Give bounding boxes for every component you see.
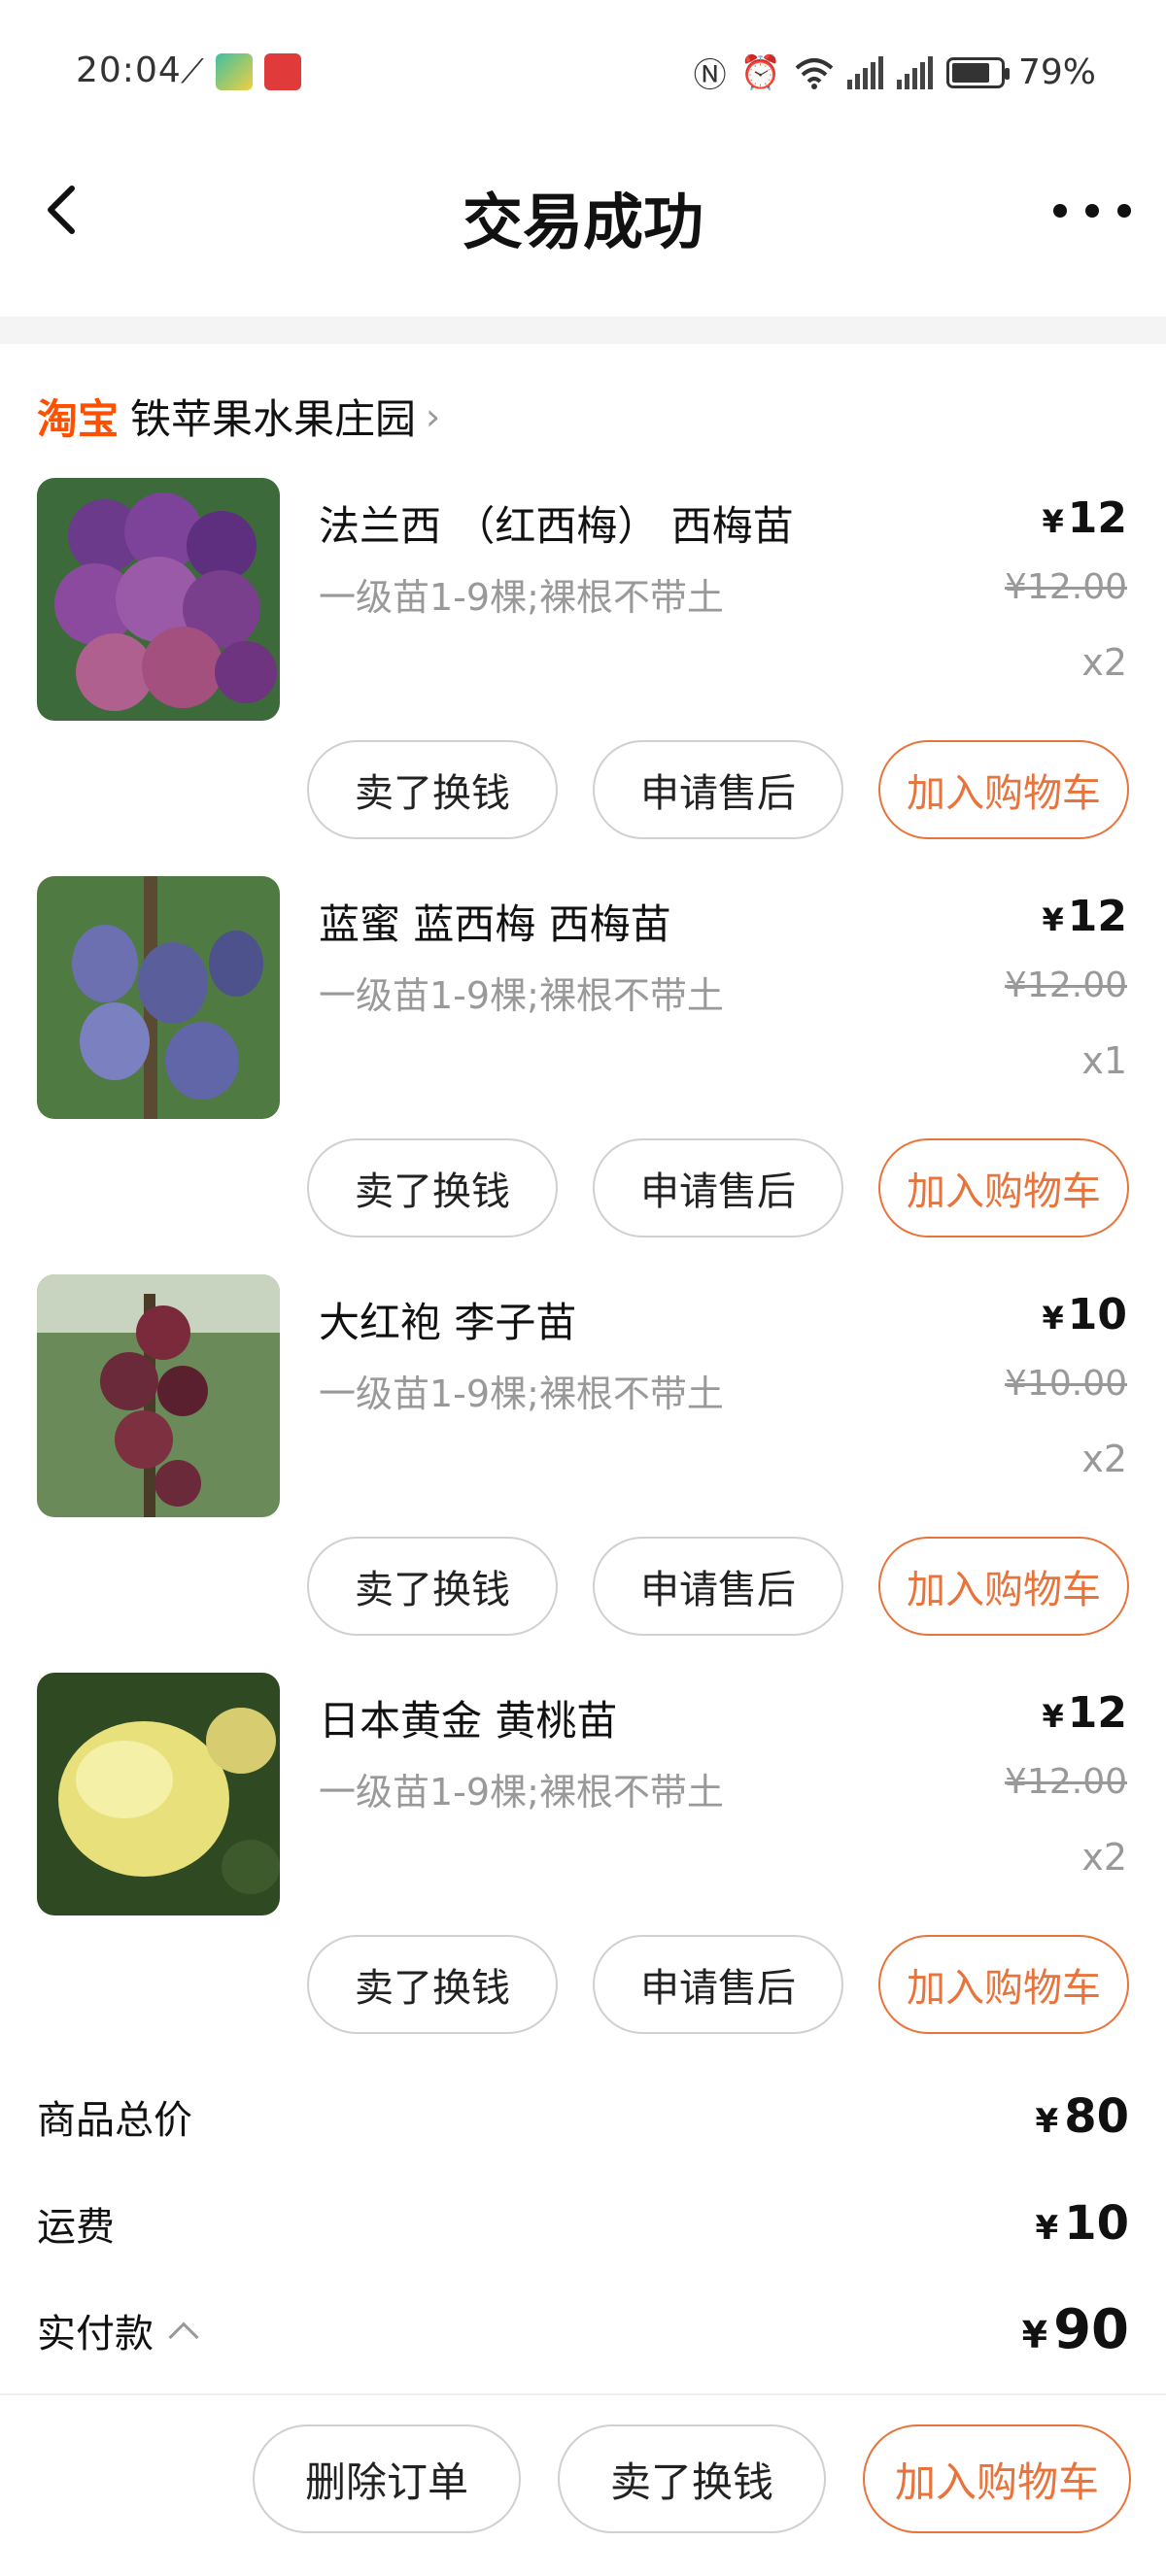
product-title[interactable]: 法兰西 （红西梅） 西梅苗 [319,493,794,553]
sell-button[interactable]: 卖了换钱 [558,2424,826,2533]
currency-symbol: ¥ [1035,2102,1059,2141]
product-quantity: x2 [1081,1438,1127,1480]
after-sale-button[interactable]: 申请售后 [593,1537,843,1636]
price-value: 10 [1067,1290,1127,1339]
add-to-cart-button[interactable]: 加入购物车 [878,1138,1129,1237]
product-image[interactable] [37,1673,280,1915]
sell-button[interactable]: 卖了换钱 [307,740,558,839]
app-icon-red [263,53,301,90]
order-item[interactable]: 蓝蜜 蓝西梅 西梅苗 一级苗1-9棵;裸根不带土 ¥12 ¥12.00 x1 卖… [0,876,1166,1274]
signal-5g-icon [896,55,933,89]
product-image[interactable] [37,1274,280,1517]
chevron-up-icon[interactable] [168,2321,199,2353]
battery-icon [945,56,1010,88]
goods-total-value: ¥80 [1036,2089,1129,2144]
sell-button[interactable]: 卖了换钱 [307,1537,558,1636]
add-to-cart-button[interactable]: 加入购物车 [878,1537,1129,1636]
after-sale-button[interactable]: 申请售后 [593,740,843,839]
shipping-row: 运费 ¥10 [37,2195,1129,2252]
product-image[interactable] [37,876,280,1119]
product-title[interactable]: 蓝蜜 蓝西梅 西梅苗 [319,892,671,951]
chevron-right-icon: › [426,394,441,438]
wifi-icon [795,57,834,89]
paid-value: ¥90 [1022,2298,1129,2361]
status-bar: 20:04 ⟋ Ⓝ ⏰ 79% [0,0,1166,146]
add-to-cart-button[interactable]: 加入购物车 [878,740,1129,839]
price-value: 12 [1067,493,1127,543]
product-price: ¥10 [1043,1290,1128,1339]
app-icon-green [215,53,253,90]
shipping-value: ¥10 [1036,2196,1129,2251]
nfc-icon: Ⓝ [693,56,727,95]
nav-header: 交易成功 [0,146,1166,317]
original-price: ¥12.00 [1005,567,1127,607]
shop-name[interactable]: 铁苹果水果庄园 [130,387,416,446]
status-left-icons: ⟋ [181,52,301,91]
product-price: ¥12 [1043,892,1128,941]
currency-symbol: ¥ [1042,1300,1064,1337]
goods-total-row: 商品总价 ¥80 [37,2088,1129,2145]
price-value: 12 [1067,892,1127,941]
product-spec: 一级苗1-9棵;裸根不带土 [319,1373,724,1415]
after-sale-button[interactable]: 申请售后 [593,1935,843,2034]
taobao-brand-label: 淘宝 [37,395,120,443]
add-to-cart-button[interactable]: 加入购物车 [878,1935,1129,2034]
original-price: ¥12.00 [1005,966,1127,1005]
product-price: ¥12 [1043,1688,1128,1738]
signal-4g-icon [846,55,883,89]
shipping-label: 运费 [37,2205,115,2250]
more-options-icon[interactable] [1053,186,1131,235]
status-right-icons: Ⓝ ⏰ 79% [694,49,1096,96]
product-quantity: x2 [1081,641,1127,684]
sell-button[interactable]: 卖了换钱 [307,1935,558,2034]
original-price: ¥10.00 [1005,1364,1127,1404]
order-item[interactable]: 法兰西 （红西梅） 西梅苗 一级苗1-9棵;裸根不带土 ¥12 ¥12.00 x… [0,478,1166,876]
link-icon: ⟋ [181,52,204,91]
currency-symbol: ¥ [1021,2314,1048,2356]
order-item[interactable]: 日本黄金 黄桃苗 一级苗1-9棵;裸根不带土 ¥12 ¥12.00 x2 卖了换… [0,1673,1166,2071]
product-spec: 一级苗1-9棵;裸根不带土 [319,1771,724,1813]
currency-symbol: ¥ [1042,1698,1064,1735]
currency-symbol: ¥ [1042,503,1064,540]
product-quantity: x2 [1081,1836,1127,1879]
section-divider [0,317,1166,344]
goods-total-label: 商品总价 [37,2098,192,2143]
shop-row[interactable]: 淘宝 铁苹果水果庄园 › [37,387,440,446]
currency-symbol: ¥ [1035,2209,1059,2248]
product-spec: 一级苗1-9棵;裸根不带土 [319,974,724,1017]
product-price: ¥12 [1043,493,1128,543]
goods-total-amount: 80 [1064,2089,1129,2144]
product-image[interactable] [37,478,280,721]
paid-row[interactable]: 实付款 ¥90 [37,2298,1129,2361]
product-title[interactable]: 大红袍 李子苗 [319,1290,576,1349]
product-quantity: x1 [1081,1039,1127,1082]
add-to-cart-button[interactable]: 加入购物车 [863,2424,1131,2533]
paid-amount: 90 [1053,2298,1129,2361]
sell-button[interactable]: 卖了换钱 [307,1138,558,1237]
paid-label: 实付款 [37,2311,154,2356]
paid-label-group[interactable]: 实付款 [37,2302,199,2358]
page-title: 交易成功 [462,186,703,257]
battery-percent: 79% [1017,52,1096,92]
order-item[interactable]: 大红袍 李子苗 一级苗1-9棵;裸根不带土 ¥10 ¥10.00 x2 卖了换钱… [0,1274,1166,1673]
after-sale-button[interactable]: 申请售后 [593,1138,843,1237]
shipping-amount: 10 [1064,2196,1129,2251]
product-title[interactable]: 日本黄金 黄桃苗 [319,1688,617,1747]
status-time: 20:04 [76,51,182,90]
price-value: 12 [1067,1688,1127,1738]
currency-symbol: ¥ [1042,901,1064,938]
alarm-icon: ⏰ [739,52,781,92]
product-spec: 一级苗1-9棵;裸根不带土 [319,576,724,619]
original-price: ¥12.00 [1005,1762,1127,1802]
bottom-action-bar: 删除订单 卖了换钱 加入购物车 [0,2393,1166,2576]
delete-order-button[interactable]: 删除订单 [253,2424,521,2533]
